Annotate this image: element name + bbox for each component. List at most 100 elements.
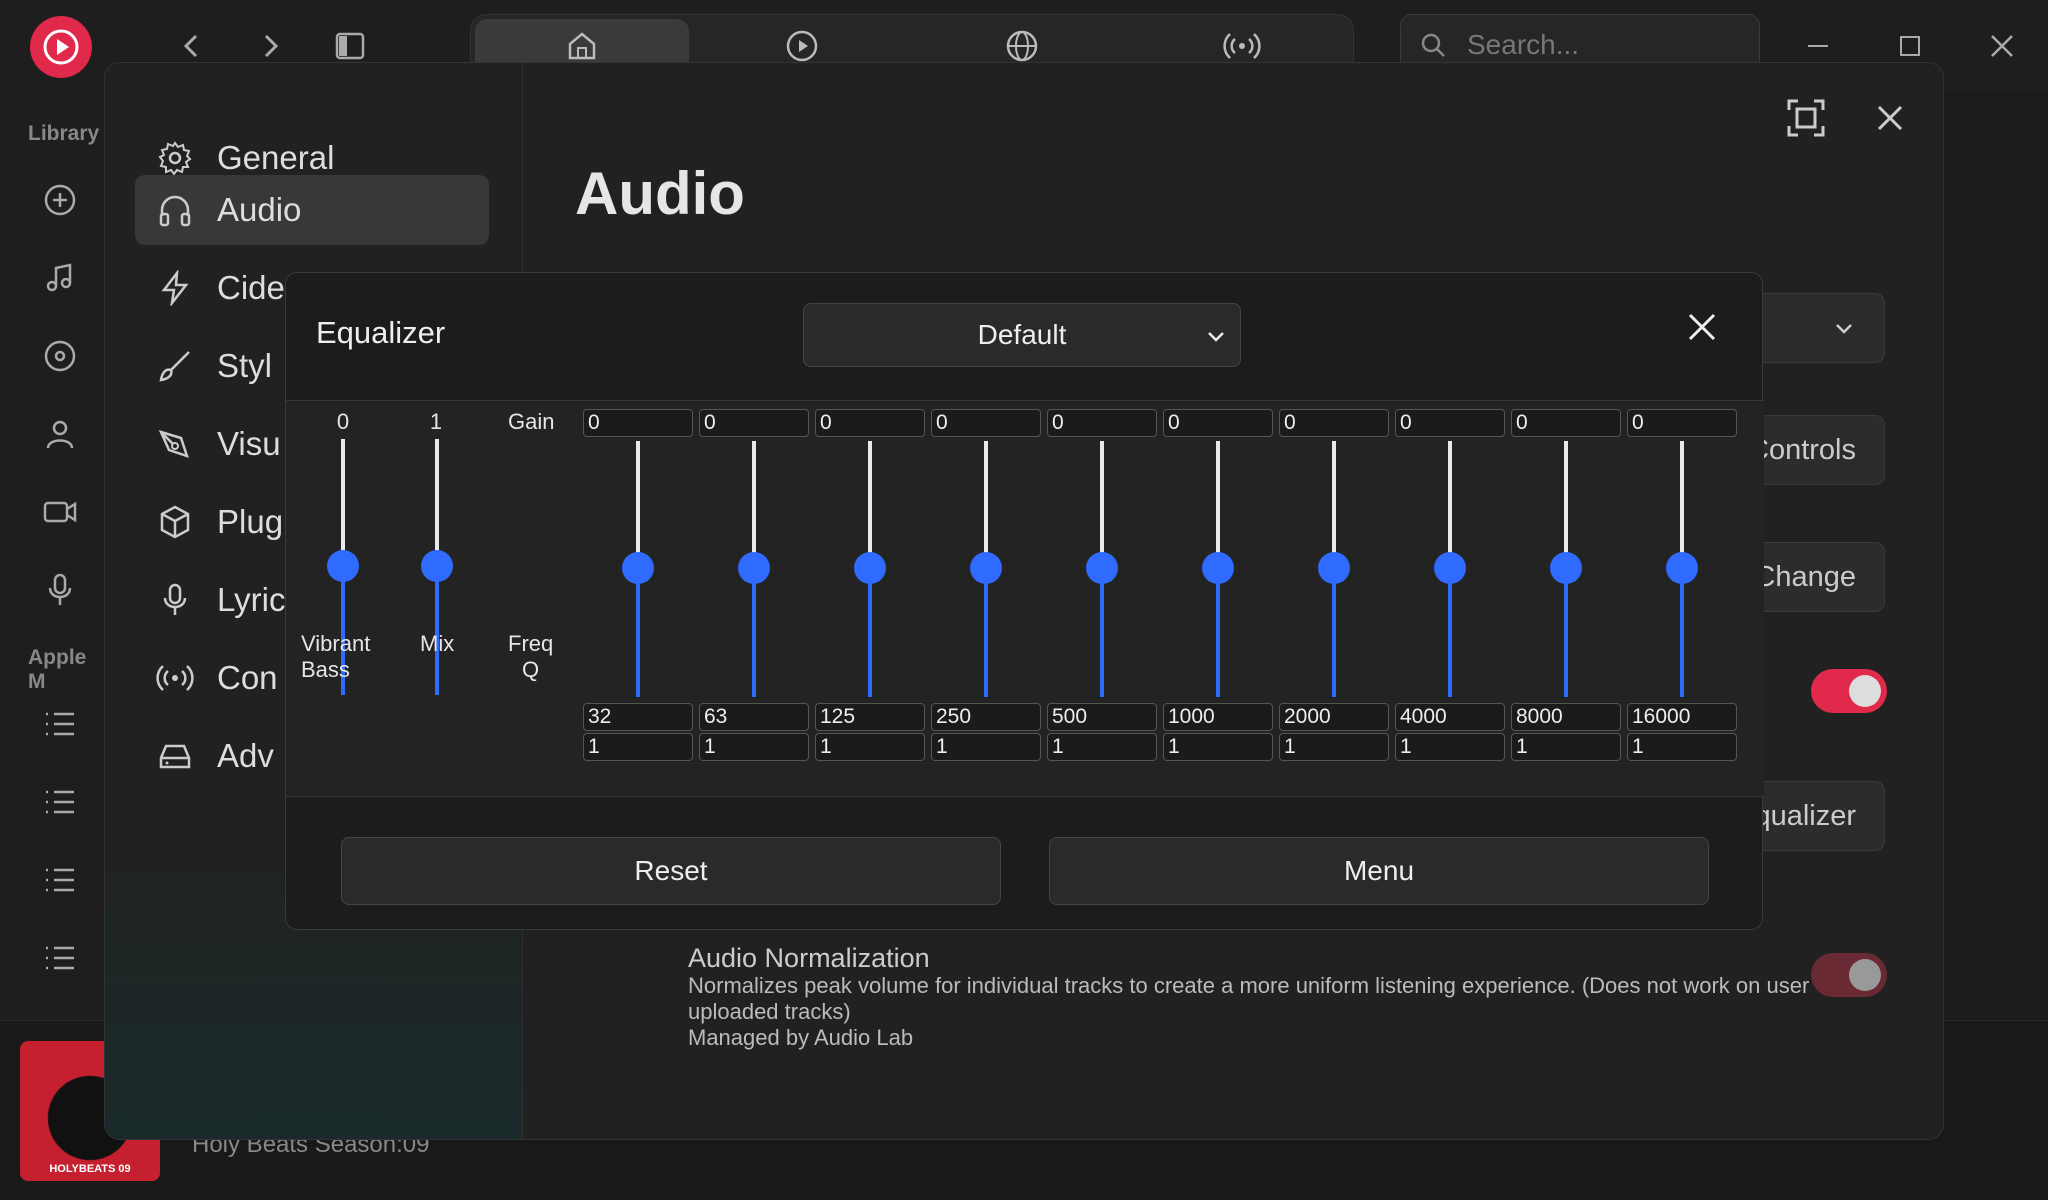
normalization-description: Normalizes peak volume for individual tr… xyxy=(688,973,1868,1051)
reset-button[interactable]: Reset xyxy=(341,837,1001,905)
app-logo-icon[interactable] xyxy=(30,16,92,78)
slider-knob[interactable] xyxy=(622,552,654,584)
settings-nav-audio[interactable]: Audio xyxy=(135,175,489,245)
menu-button[interactable]: Menu xyxy=(1049,837,1709,905)
slider-track-top xyxy=(1100,441,1104,568)
settings-nav-label: Styl xyxy=(217,347,273,384)
band-freq-input[interactable]: 16000 xyxy=(1627,703,1737,731)
sidebar-toggle-icon[interactable] xyxy=(330,26,370,66)
band-gain-input[interactable]: 0 xyxy=(1047,409,1157,437)
menu-label: Menu xyxy=(1343,855,1415,886)
disc-icon[interactable] xyxy=(40,336,80,376)
band-q-input[interactable]: 1 xyxy=(1163,733,1273,761)
search-placeholder: Search... xyxy=(1467,29,1580,60)
band-freq-input[interactable]: 125 xyxy=(815,703,925,731)
band-q-input[interactable]: 1 xyxy=(583,733,693,761)
lightning-icon xyxy=(155,268,195,308)
band-freq-input[interactable]: 63 xyxy=(699,703,809,731)
slider-track-fill xyxy=(636,568,640,697)
window-close-icon[interactable] xyxy=(1982,26,2022,66)
music-note-icon[interactable] xyxy=(40,258,80,298)
preset-dropdown[interactable]: Default xyxy=(803,303,1241,367)
band-freq-input[interactable]: 2000 xyxy=(1279,703,1389,731)
artist-icon[interactable] xyxy=(40,414,80,454)
page-title: Audio xyxy=(575,160,745,227)
slider-knob[interactable] xyxy=(1434,552,1466,584)
band-freq-input[interactable]: 8000 xyxy=(1511,703,1621,731)
forward-icon[interactable] xyxy=(250,26,290,66)
globe-icon xyxy=(1006,30,1038,62)
band-q-input[interactable]: 1 xyxy=(1395,733,1505,761)
equalizer-dialog: Equalizer Default 0 Vibrant Bass 1 Mix G… xyxy=(285,272,1764,930)
slider-knob[interactable] xyxy=(1550,552,1582,584)
preset-value: Default xyxy=(977,319,1067,350)
back-icon[interactable] xyxy=(172,26,212,66)
band-freq-input[interactable]: 500 xyxy=(1047,703,1157,731)
band-gain-slider[interactable] xyxy=(1086,441,1118,697)
slider-knob[interactable] xyxy=(854,552,886,584)
slider-knob[interactable] xyxy=(1666,552,1698,584)
slider-track-top xyxy=(636,441,640,568)
slider-track-top xyxy=(752,441,756,568)
slider-knob[interactable] xyxy=(970,552,1002,584)
setting-toggle[interactable] xyxy=(1811,669,1887,713)
slider-knob[interactable] xyxy=(421,550,453,582)
playlist-icon[interactable] xyxy=(40,860,80,900)
band-gain-slider[interactable] xyxy=(622,441,654,697)
slider-track-top xyxy=(435,439,439,566)
band-gain-slider[interactable] xyxy=(1550,441,1582,697)
band-gain-slider[interactable] xyxy=(1202,441,1234,697)
playlist-icon[interactable] xyxy=(40,782,80,822)
equalizer-label: qualizer xyxy=(1754,799,1856,832)
equalizer-close-icon[interactable] xyxy=(1682,307,1722,347)
band-gain-input[interactable]: 0 xyxy=(815,409,925,437)
band-gain-input[interactable]: 0 xyxy=(1163,409,1273,437)
band-gain-input[interactable]: 0 xyxy=(1279,409,1389,437)
band-q-input[interactable]: 1 xyxy=(1047,733,1157,761)
podcast-mic-icon[interactable] xyxy=(40,570,80,610)
settings-nav-label: Lyric xyxy=(217,581,286,618)
band-gain-slider[interactable] xyxy=(970,441,1002,697)
band-gain-slider[interactable] xyxy=(1318,441,1350,697)
band-gain-input[interactable]: 0 xyxy=(1511,409,1621,437)
fullscreen-icon[interactable] xyxy=(1783,95,1829,141)
slider-track-fill xyxy=(1100,568,1104,697)
add-circle-icon[interactable] xyxy=(40,180,80,220)
band-q-input[interactable]: 1 xyxy=(1627,733,1737,761)
band-q-input[interactable]: 1 xyxy=(815,733,925,761)
band-q-input[interactable]: 1 xyxy=(1279,733,1389,761)
slider-knob[interactable] xyxy=(1202,552,1234,584)
video-icon[interactable] xyxy=(40,492,80,532)
playlist-icon[interactable] xyxy=(40,938,80,978)
band-freq-input[interactable]: 1000 xyxy=(1163,703,1273,731)
minimize-icon[interactable] xyxy=(1798,26,1838,66)
playlist-icon[interactable] xyxy=(40,704,80,744)
band-freq-input[interactable]: 250 xyxy=(931,703,1041,731)
slider-knob[interactable] xyxy=(327,550,359,582)
slider-knob[interactable] xyxy=(1086,552,1118,584)
band-gain-slider[interactable] xyxy=(1434,441,1466,697)
vibrant-bass-value: 0 xyxy=(336,409,350,434)
settings-close-icon[interactable] xyxy=(1869,97,1911,139)
rail-apple-label: Apple M xyxy=(28,646,87,693)
band-gain-input[interactable]: 0 xyxy=(583,409,693,437)
q-label: Q xyxy=(522,657,540,682)
band-gain-input[interactable]: 0 xyxy=(1627,409,1737,437)
maximize-icon[interactable] xyxy=(1890,26,1930,66)
gear-icon xyxy=(155,138,195,178)
band-q-input[interactable]: 1 xyxy=(699,733,809,761)
band-gain-slider[interactable] xyxy=(854,441,886,697)
band-gain-slider[interactable] xyxy=(738,441,770,697)
slider-knob[interactable] xyxy=(738,552,770,584)
band-gain-input[interactable]: 0 xyxy=(699,409,809,437)
slider-knob[interactable] xyxy=(1318,552,1350,584)
band-gain-slider[interactable] xyxy=(1666,441,1698,697)
drive-icon xyxy=(155,736,195,776)
band-freq-input[interactable]: 4000 xyxy=(1395,703,1505,731)
band-freq-input[interactable]: 32 xyxy=(583,703,693,731)
normalization-toggle[interactable] xyxy=(1811,953,1887,997)
band-gain-input[interactable]: 0 xyxy=(931,409,1041,437)
band-q-input[interactable]: 1 xyxy=(931,733,1041,761)
band-gain-input[interactable]: 0 xyxy=(1395,409,1505,437)
band-q-input[interactable]: 1 xyxy=(1511,733,1621,761)
